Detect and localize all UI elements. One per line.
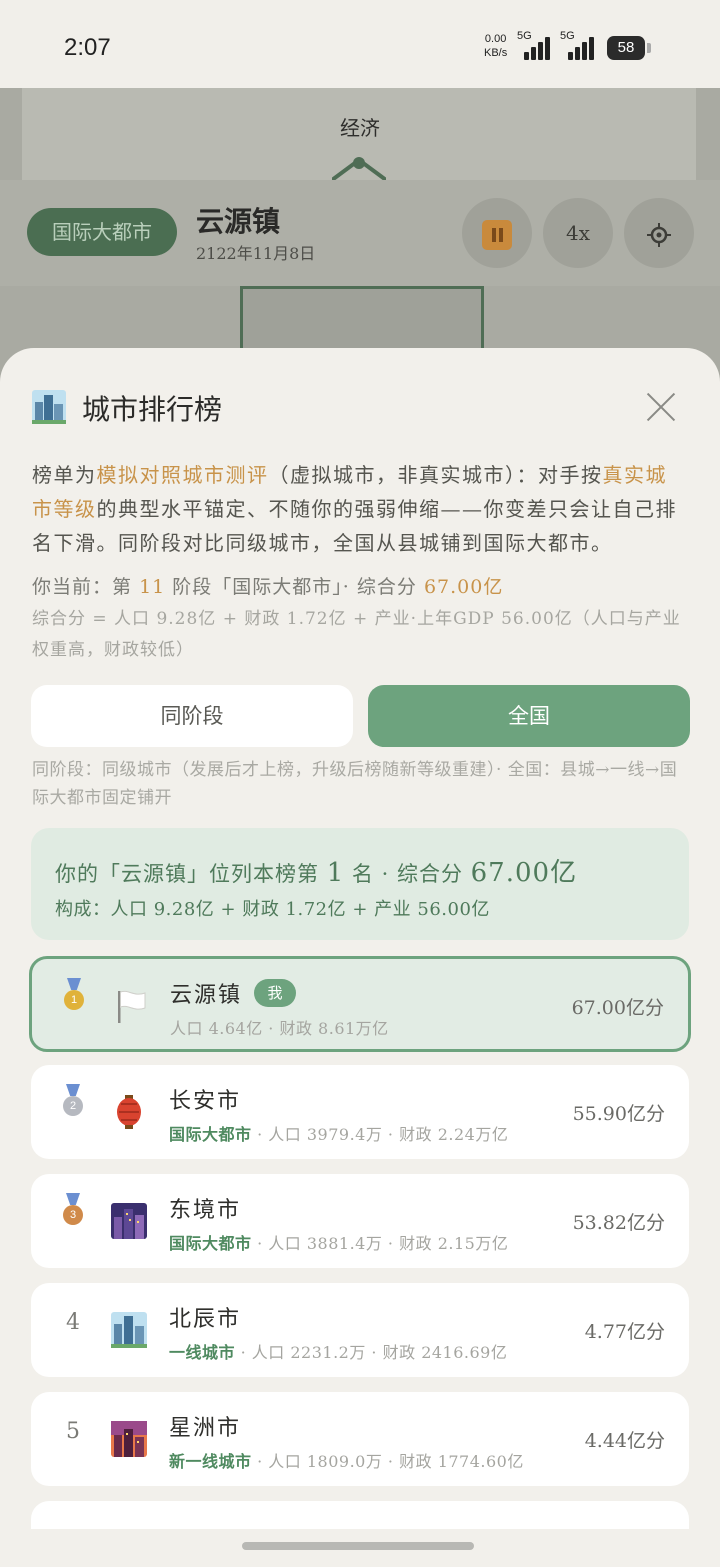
status-time: 2:07 (64, 34, 111, 61)
battery-icon: 58 (607, 36, 651, 60)
city-score: 67.00亿分 (571, 997, 664, 1019)
city-name-label: 东境市 (169, 1198, 242, 1223)
signal-icon (524, 36, 554, 60)
net-speed: 0.00 KB/s (484, 33, 508, 59)
silver-medal-icon: 2 (57, 1092, 89, 1132)
red-lantern-icon (117, 1095, 141, 1129)
game-date: 2122年11月8日 (196, 244, 316, 263)
sunset-city-icon (111, 1421, 147, 1457)
sheet-title: 城市排行榜 (82, 393, 223, 426)
current-status: 你当前：第 11 阶段「国际大都市」· 综合分 67.00亿 (32, 576, 504, 598)
home-indicator[interactable] (242, 1542, 474, 1550)
city-score: 4.44亿分 (584, 1430, 665, 1452)
rank-summary: 你的「云源镇」位列本榜第 1 名 · 综合分 67.00亿 构成：人口 9.28… (31, 828, 689, 940)
tab-note: 同阶段：同级城市（发展后才上榜，升级后榜随新等级重建）· 全国：县城→一线→国际… (32, 760, 678, 808)
city-detail: 国际大都市 · 人口 3979.4万 · 财政 2.24万亿 (169, 1125, 509, 1144)
cityscape-icon (111, 1312, 147, 1348)
summary-breakdown: 构成：人口 9.28亿 + 财政 1.72亿 + 产业 56.00亿 (55, 899, 490, 920)
tree-icon (332, 157, 386, 180)
rank-number: 4 (66, 1310, 80, 1335)
close-icon[interactable] (644, 390, 678, 424)
city-detail: 新一线城市 · 人口 1809.0万 · 财政 1774.60亿 (169, 1452, 524, 1471)
city-score: 4.77亿分 (584, 1321, 665, 1343)
rank-row[interactable]: 5 星洲市 新一线城市 · 人口 1809.0万 · 财政 1774.60亿 4… (31, 1392, 689, 1486)
status-bar: 2:07 0.00 KB/s 5G 5G 58 (0, 0, 720, 88)
panel-title: 经济 (340, 116, 380, 140)
pause-icon (482, 219, 512, 250)
white-flag-icon (118, 990, 146, 1023)
speed-button[interactable]: 4x (543, 198, 613, 268)
rank-row[interactable]: 3 东境市 国际大都市 · 人口 3881.4万 · 财政 2.15万亿 53.… (31, 1174, 689, 1268)
city-name-label: 长安市 (169, 1089, 242, 1114)
rank-number: 5 (66, 1419, 80, 1444)
settings-button[interactable] (624, 198, 694, 268)
tab-same-stage[interactable]: 同阶段 (31, 685, 353, 747)
city-score: 53.82亿分 (572, 1212, 665, 1234)
summary-main: 你的「云源镇」位列本榜第 1 名 · 综合分 67.00亿 (55, 858, 578, 888)
night-city-icon (111, 1203, 147, 1239)
cityscape-icon (32, 390, 66, 424)
rank-badge[interactable]: 国际大都市 (27, 208, 177, 256)
city-detail: 国际大都市 · 人口 3881.4万 · 财政 2.15万亿 (169, 1234, 509, 1253)
city-name-label: 云源镇 (170, 983, 243, 1008)
city-name: 云源镇 (196, 205, 281, 238)
ranking-sheet: 城市排行榜 榜单为模拟对照城市测评（虚拟城市，非真实城市）：对手按真实城市等级的… (0, 348, 720, 1567)
tab-national[interactable]: 全国 (368, 685, 690, 747)
gear-icon (647, 222, 671, 247)
gold-medal-icon: 1 (58, 986, 90, 1026)
game-background: 经济 国际大都市 云源镇 2122年11月8日 4x (0, 88, 720, 409)
pause-button[interactable] (462, 198, 532, 268)
ranking-description: 榜单为模拟对照城市测评（虚拟城市，非真实城市）：对手按真实城市等级的典型水平锚定… (32, 463, 677, 555)
city-name-label: 北辰市 (169, 1307, 242, 1332)
bronze-medal-icon: 3 (57, 1201, 89, 1241)
me-badge: 我 (254, 979, 296, 1007)
signal-icon-2 (568, 36, 598, 60)
city-detail: 人口 4.64亿 · 财政 8.61万亿 (170, 1019, 389, 1038)
city-name-label: 星洲市 (169, 1416, 242, 1441)
rank-row[interactable]: 2 长安市 国际大都市 · 人口 3979.4万 · 财政 2.24万亿 55.… (31, 1065, 689, 1159)
rank-row[interactable]: 4 北辰市 一线城市 · 人口 2231.2万 · 财政 2416.69亿 4.… (31, 1283, 689, 1377)
city-score: 55.90亿分 (572, 1103, 665, 1125)
economy-panel: 经济 (22, 88, 696, 180)
score-formula: 综合分 = 人口 9.28亿 + 财政 1.72亿 + 产业·上年GDP 56.… (32, 609, 681, 660)
rank-row-me[interactable]: 1 云源镇 我 人口 4.64亿 · 财政 8.61万亿 67.00亿分 (29, 956, 691, 1052)
rank-row-partial[interactable] (31, 1501, 689, 1529)
city-detail: 一线城市 · 人口 2231.2万 · 财政 2416.69亿 (169, 1343, 508, 1362)
